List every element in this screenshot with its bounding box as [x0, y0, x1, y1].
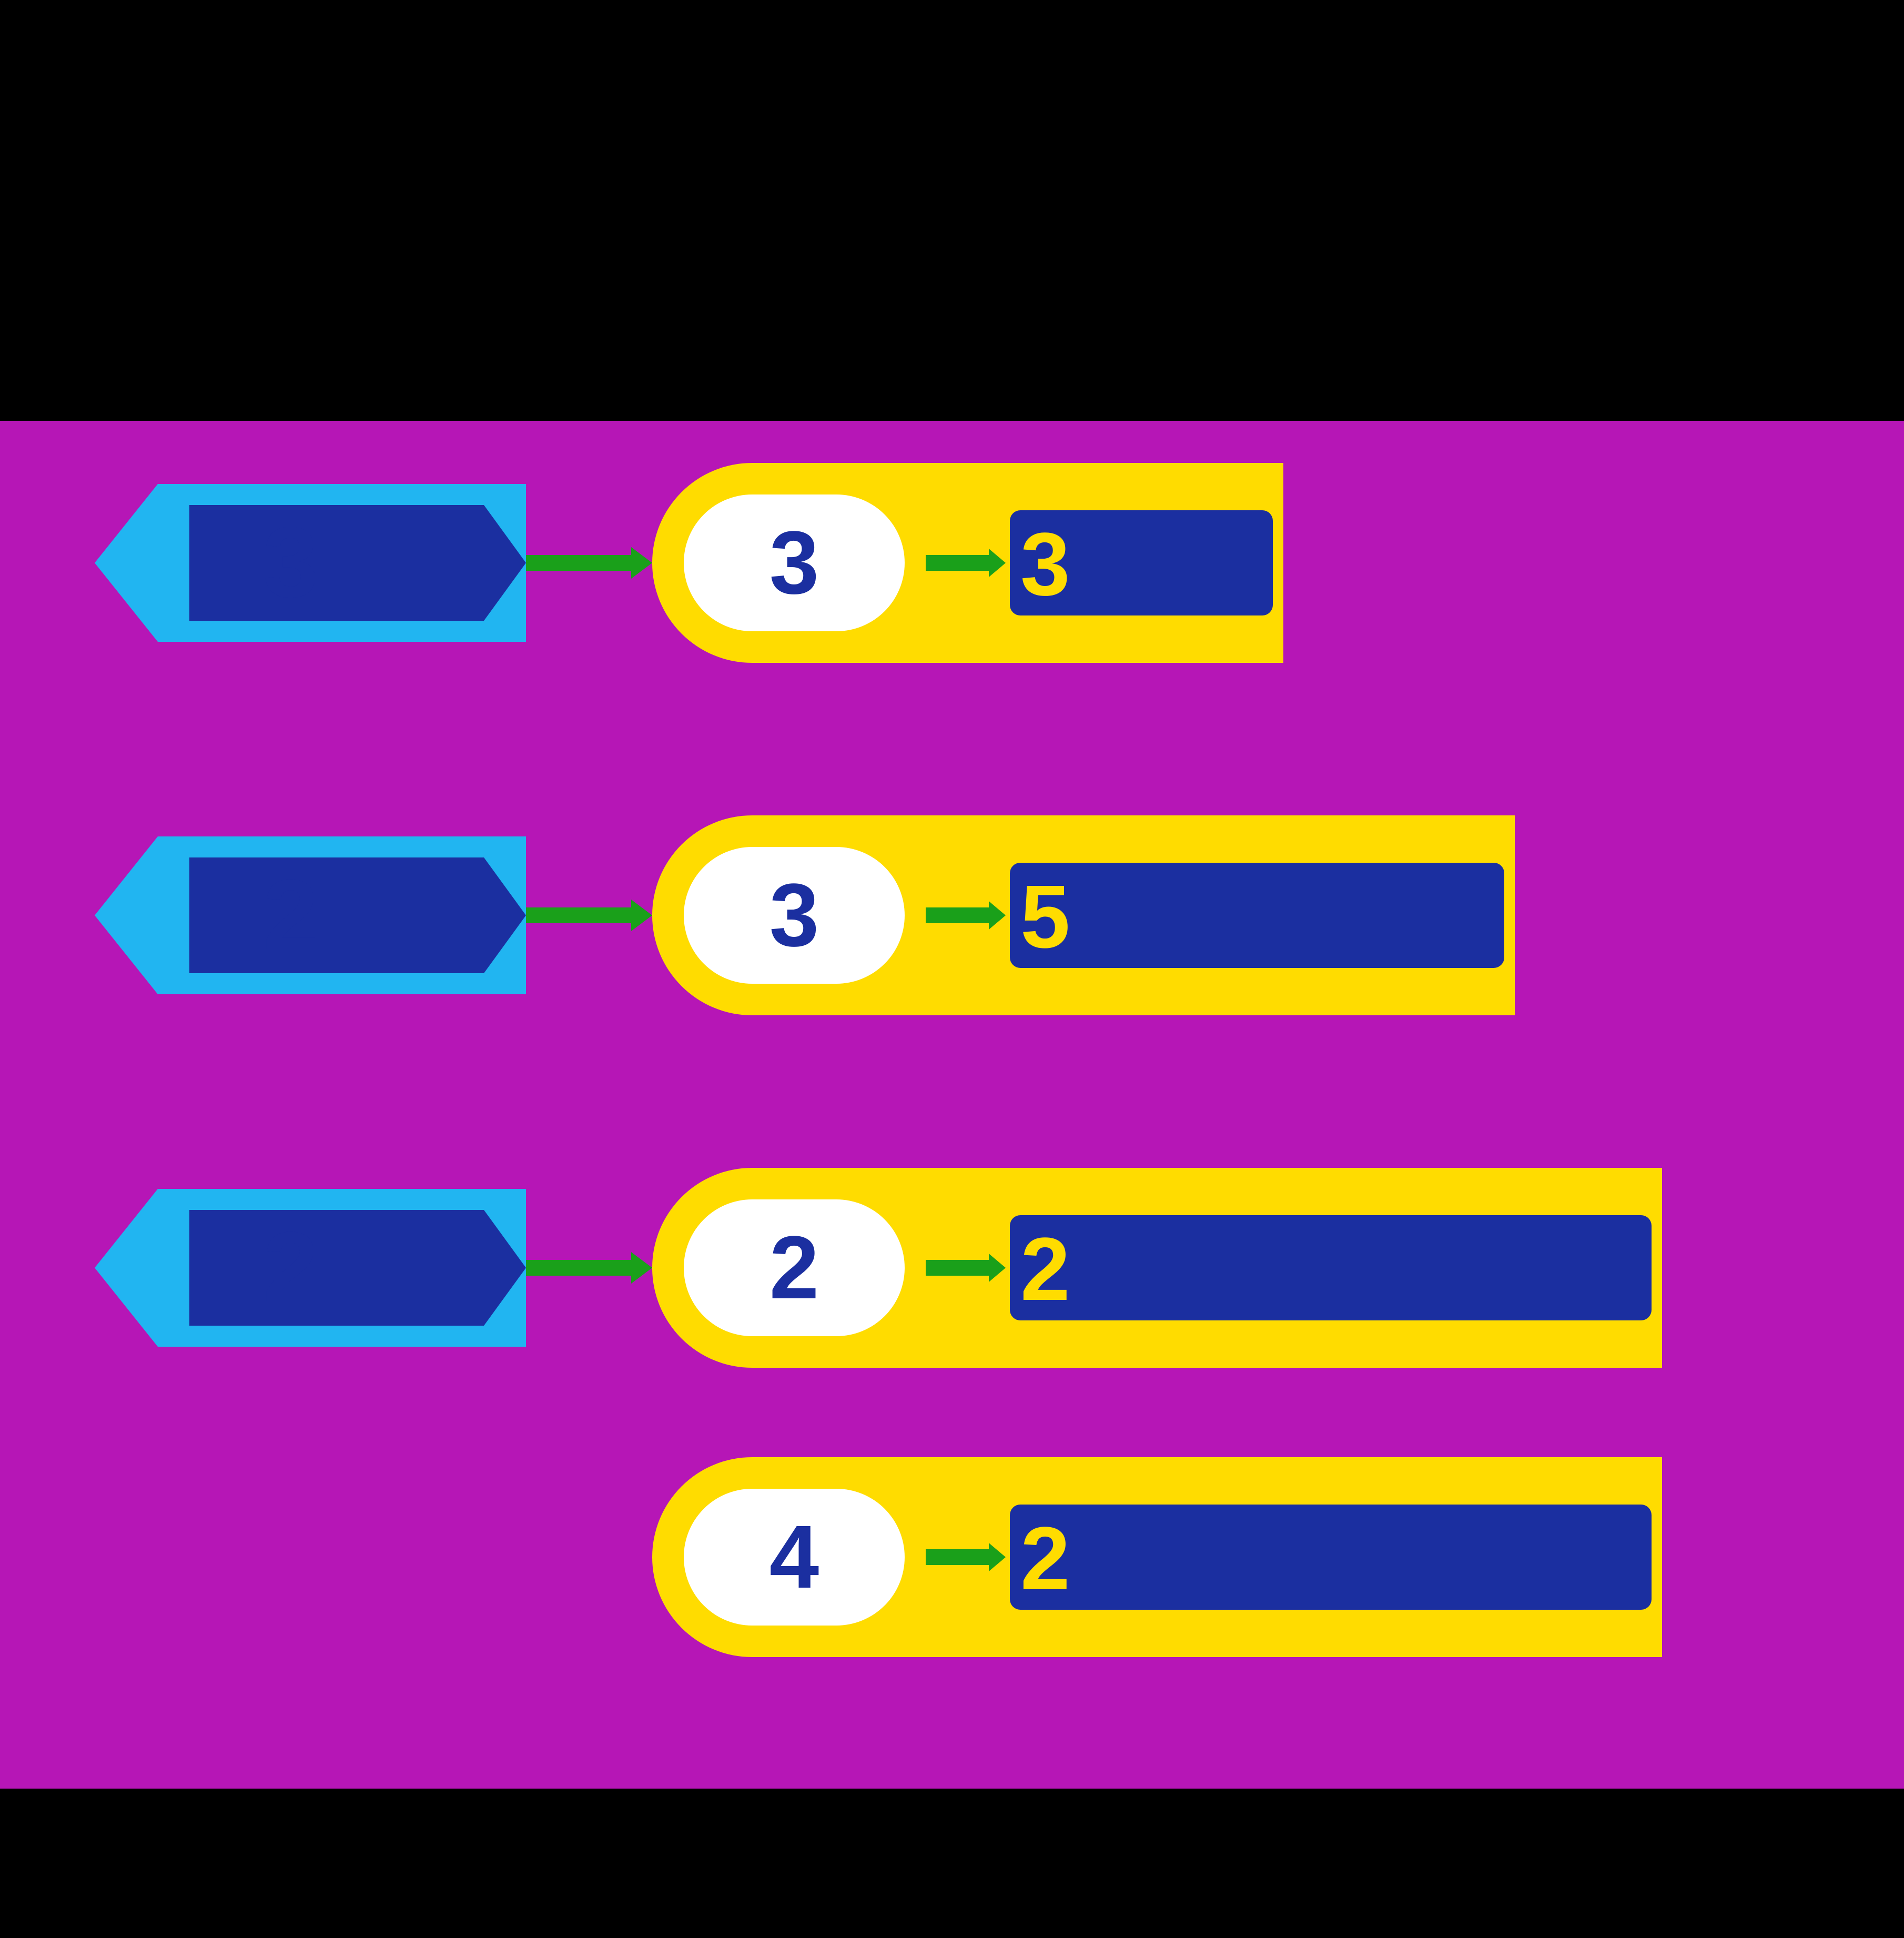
row-tag: 2	[158, 1189, 526, 1347]
inner-arrow-icon	[926, 1260, 989, 1276]
diagram-panel: 3 3 3 2 3	[0, 421, 1904, 1789]
row-tag-inner	[189, 857, 484, 973]
row-pill: 3 3	[652, 463, 1283, 663]
row-tag-inner	[189, 1210, 484, 1326]
diagram-row: 2 2 2	[0, 1157, 1904, 1378]
diagram-row: 2 3 5	[0, 805, 1904, 1026]
row-tag-label: 3	[263, 505, 319, 620]
inner-arrow-icon	[926, 1549, 989, 1565]
row-tag: 2	[158, 836, 526, 994]
row-bar	[1010, 863, 1504, 968]
row-bubble-label: 3	[769, 511, 819, 614]
connector-arrow-icon	[526, 555, 631, 571]
row-bar-label: 3	[1020, 513, 1070, 616]
row-bar-label: 2	[1020, 1218, 1070, 1321]
row-bar-label: 5	[1020, 865, 1070, 968]
row-bubble-label: 3	[769, 864, 819, 967]
row-bubble-label: 4	[769, 1506, 819, 1609]
row-tag: 3	[158, 484, 526, 642]
row-tag-label: 2	[263, 1210, 319, 1325]
row-tag-inner	[189, 505, 484, 621]
row-pill: 3 5	[652, 815, 1515, 1015]
row-bar	[1010, 1505, 1652, 1610]
row-bubble: 2	[684, 1199, 905, 1336]
row-bubble: 4	[684, 1489, 905, 1626]
row-bar	[1010, 1215, 1652, 1320]
diagram-row: 4 2	[0, 1447, 1904, 1668]
row-tag-label: 2	[263, 857, 319, 972]
row-pill: 4 2	[652, 1457, 1662, 1657]
row-bubble: 3	[684, 494, 905, 631]
row-bar-label: 2	[1020, 1507, 1070, 1610]
connector-arrow-icon	[526, 907, 631, 923]
row-bubble-label: 2	[769, 1216, 819, 1319]
inner-arrow-icon	[926, 555, 989, 571]
diagram-canvas: 3 3 3 2 3	[0, 0, 1904, 1938]
row-bubble: 3	[684, 847, 905, 984]
inner-arrow-icon	[926, 907, 989, 923]
diagram-row: 3 3 3	[0, 452, 1904, 673]
connector-arrow-icon	[526, 1260, 631, 1276]
row-pill: 2 2	[652, 1168, 1662, 1368]
